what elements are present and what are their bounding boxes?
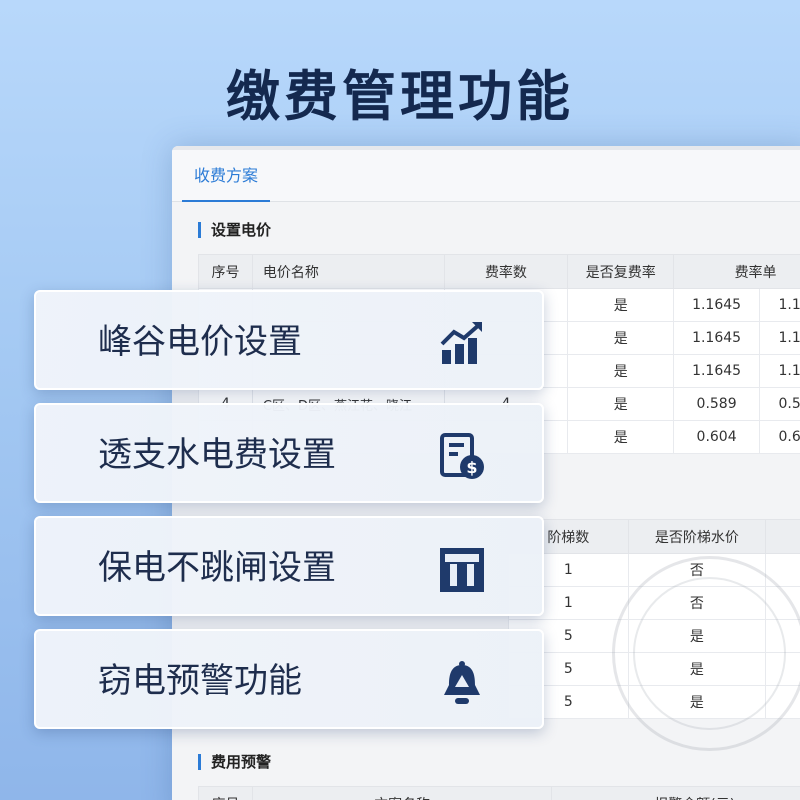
header-rate-count: 费率数	[443, 254, 569, 289]
feature-label: 窃电预警功能	[98, 661, 302, 701]
cell-multi-rate: 是	[567, 387, 675, 421]
cell-rate-2: 0.604	[759, 420, 800, 454]
cell-multi-rate: 是	[567, 420, 675, 454]
cell-rate-1: 1.1645	[673, 321, 761, 355]
cell-rate-2: 1.164	[759, 321, 800, 355]
cell-rate-1: 1.1645	[673, 354, 761, 388]
feature-card-theft-warning[interactable]: 窃电预警功能	[34, 629, 544, 729]
cell-rate-2: 1.164	[759, 354, 800, 388]
cell-multi-rate: 是	[567, 288, 675, 322]
feature-card-overdraft[interactable]: 透支水电费设置 $	[34, 403, 544, 503]
cell-rate-1: 0.589	[673, 387, 761, 421]
tab-charging-plan[interactable]: 收费方案	[182, 150, 270, 202]
price-table-header: 序号 电价名称 费率数 是否复费率 费率单	[198, 254, 800, 289]
cell-rate-2: 1.164	[759, 288, 800, 322]
bill-dollar-icon: $	[440, 433, 484, 479]
water-table-header: 阶梯数 是否阶梯水价	[508, 519, 800, 554]
header-tiered-water: 是否阶梯水价	[627, 519, 767, 554]
watermark-stamp-inner-ring	[633, 577, 786, 730]
tab-bar: 收费方案	[172, 150, 800, 202]
feature-card-power-protect[interactable]: 保电不跳闸设置	[34, 516, 544, 616]
svg-text:$: $	[466, 458, 477, 477]
header-rate-unit: 费率单	[673, 254, 800, 289]
header-blank	[765, 519, 800, 554]
header-no: 序号	[198, 254, 253, 289]
alarm-bell-icon	[444, 661, 480, 704]
cell-rate-1: 1.1645	[673, 288, 761, 322]
cell-rate-2: 0.589	[759, 387, 800, 421]
feature-label: 峰谷电价设置	[98, 322, 302, 362]
switch-breaker-icon	[440, 548, 484, 592]
section-title-warning: 费用预警	[198, 754, 271, 770]
cell-multi-rate: 是	[567, 321, 675, 355]
header-alarm-amount: 报警金额(元)	[551, 786, 800, 800]
warning-table-header: 序号 方案名称 报警金额(元)	[198, 786, 800, 800]
header-name: 电价名称	[251, 254, 445, 289]
cell-multi-rate: 是	[567, 354, 675, 388]
feature-label: 保电不跳闸设置	[98, 548, 336, 588]
header-plan-name: 方案名称	[251, 786, 553, 800]
feature-card-peak-valley[interactable]: 峰谷电价设置	[34, 290, 544, 390]
header-multi-rate: 是否复费率	[567, 254, 675, 289]
cell-rate-1: 0.604	[673, 420, 761, 454]
warning-table: 序号 方案名称 报警金额(元)	[198, 786, 800, 800]
watermark-stamp	[612, 556, 800, 751]
trend-chart-icon	[440, 322, 482, 364]
header-warning-no: 序号	[198, 786, 253, 800]
feature-label: 透支水电费设置	[98, 435, 336, 475]
hero-title: 缴费管理功能	[226, 65, 574, 128]
section-title-price: 设置电价	[198, 222, 271, 238]
